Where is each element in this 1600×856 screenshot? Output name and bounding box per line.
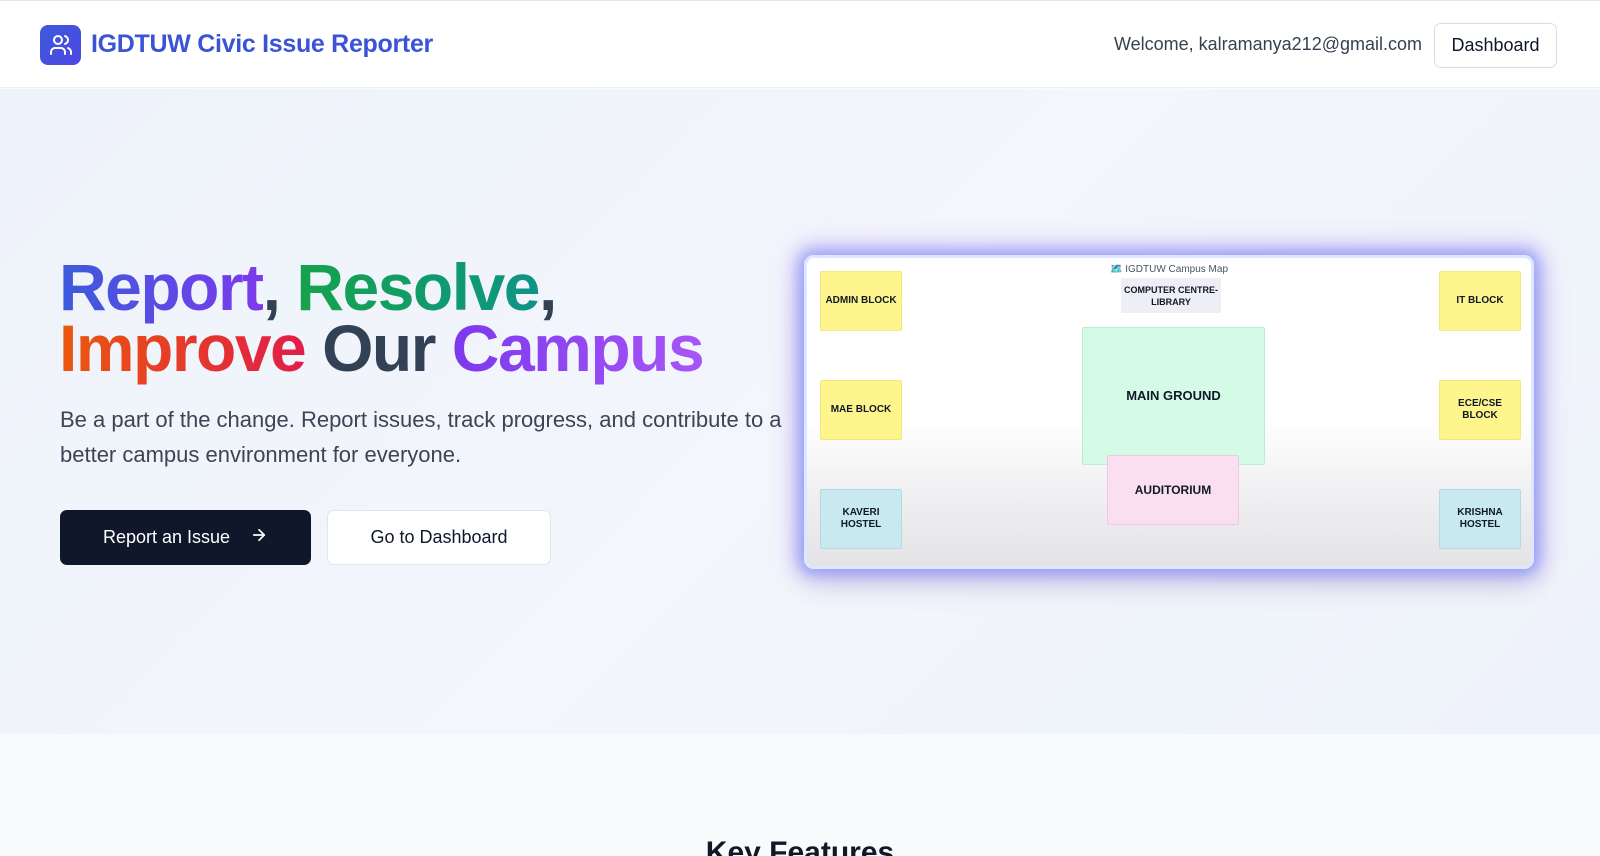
welcome-text: Welcome, kalramanya212@gmail.com [1113,34,1422,54]
report-issue-button[interactable]: Report an Issue [60,510,311,565]
hero-section: Report, Resolve, Improve Our Campus Be a… [0,89,1600,734]
go-to-dashboard-button[interactable]: Go to Dashboard [327,510,551,565]
report-issue-label: Report an Issue [102,527,231,547]
dashboard-button[interactable]: Dashboard [1434,23,1557,68]
headline-word-improve: Improve [59,311,307,385]
brand-title[interactable]: IGDTUW Civic Issue Reporter [91,30,433,59]
features-section: Key Features [0,734,1600,856]
top-nav-bar: IGDTUW Civic Issue Reporter Welcome, kal… [0,0,1600,88]
hero-subtitle: Be a part of the change. Report issues, … [60,407,782,467]
headline-word-our: Our [322,311,436,385]
map-title: 🗺️ IGDTUW Campus Map [1109,264,1229,275]
map-block-library[interactable]: COMPUTER CENTRE-LIBRARY [1121,278,1221,313]
hero-headline: Report, Resolve, Improve Our Campus [59,254,705,381]
headline-word-campus: Campus [451,311,705,385]
headline-line-2: Improve Our Campus [59,315,705,381]
arrow-right-icon [250,526,268,549]
map-krishna-hostel[interactable]: KRISHNA HOSTEL [1439,489,1521,549]
map-auditorium[interactable]: AUDITORIUM [1107,455,1239,525]
map-block-mae[interactable]: MAE BLOCK [820,380,902,440]
campus-map: 🗺️ IGDTUW Campus Map ADMIN BLOCK COMPUTE… [804,255,1534,569]
users-icon[interactable] [40,25,81,65]
map-kaveri-hostel[interactable]: KAVERI HOSTEL [820,489,902,549]
map-block-admin[interactable]: ADMIN BLOCK [820,271,902,331]
map-block-it[interactable]: IT BLOCK [1439,271,1521,331]
features-title: Key Features [705,836,895,856]
headline-line-1: Report, Resolve, [59,254,703,320]
map-block-ece-cse[interactable]: ECE/CSE BLOCK [1439,380,1521,440]
map-main-ground[interactable]: MAIN GROUND [1082,327,1265,465]
